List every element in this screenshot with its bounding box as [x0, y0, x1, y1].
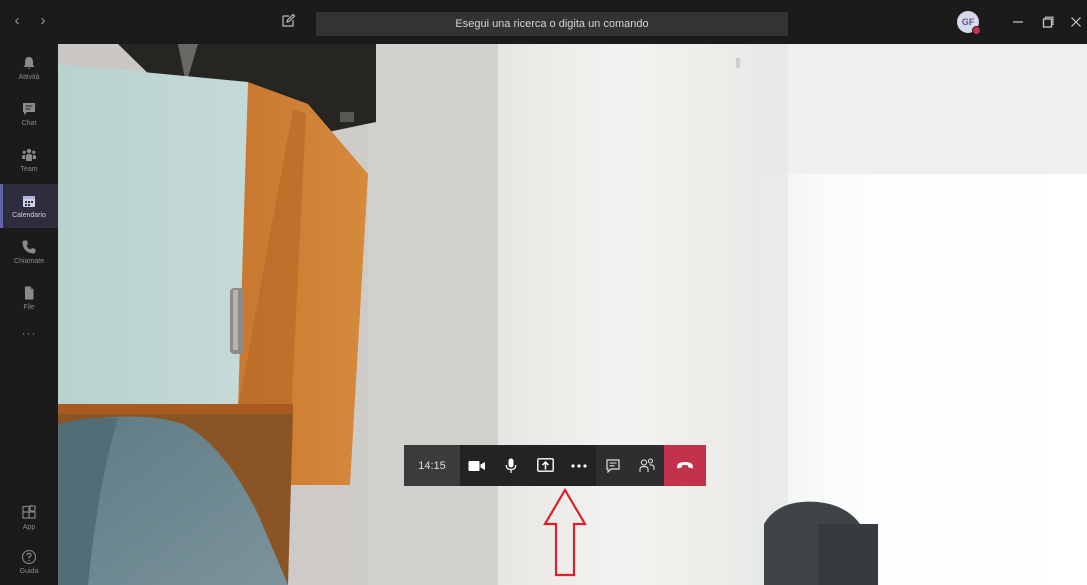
rail-item-activity[interactable]: Attività	[0, 46, 58, 90]
minimize-icon	[1013, 21, 1023, 23]
phone-icon	[22, 240, 36, 254]
show-conversation-button[interactable]	[596, 445, 630, 486]
rail-item-calls[interactable]: Chiamate	[0, 230, 58, 274]
title-bar: ‹ › Esegui una ricerca o digita un coman…	[0, 0, 1087, 44]
forward-arrow-icon[interactable]: ›	[38, 12, 48, 29]
history-nav: ‹ ›	[12, 12, 48, 29]
search-placeholder: Esegui una ricerca o digita un comando	[455, 18, 649, 30]
rail-label-calls: Chiamate	[14, 258, 44, 265]
search-command-bar[interactable]: Esegui una ricerca o digita un comando	[316, 12, 788, 36]
teams-window: ‹ › Esegui una ricerca o digita un coman…	[0, 0, 1087, 585]
show-participants-button[interactable]	[630, 445, 664, 486]
microphone-toggle-button[interactable]	[494, 445, 528, 486]
annotation-arrow-icon	[543, 487, 587, 577]
share-screen-button[interactable]	[528, 445, 562, 486]
help-icon	[21, 549, 37, 565]
avatar-initials: GF	[961, 17, 975, 27]
minimize-button[interactable]	[1008, 12, 1028, 32]
restore-icon	[1042, 16, 1054, 28]
video-camera-icon	[468, 460, 485, 471]
call-duration: 14:15	[404, 445, 460, 486]
rail-label-chat: Chat	[21, 120, 37, 127]
call-main-controls	[460, 445, 596, 486]
file-icon	[25, 286, 34, 300]
rail-item-apps[interactable]: App	[0, 496, 58, 540]
avatar[interactable]: GF	[957, 11, 981, 35]
more-apps-button[interactable]: ···	[0, 326, 58, 340]
app-rail: Attività Chat Team Calendario Chiamate F…	[0, 44, 58, 585]
chat-icon	[23, 103, 35, 115]
new-chat-icon[interactable]	[280, 13, 296, 29]
rail-label-calendar: Calendario	[12, 212, 46, 219]
rail-label-files: File	[23, 304, 35, 311]
rail-label-apps: App	[22, 524, 36, 531]
team-icon	[22, 148, 36, 161]
presence-busy-icon	[972, 26, 981, 35]
close-icon	[1071, 17, 1081, 27]
rail-label-activity: Attività	[18, 74, 40, 81]
call-controls-bar: 14:15	[404, 445, 752, 486]
hang-up-icon	[677, 462, 693, 469]
participants-icon	[639, 458, 655, 472]
rail-item-files[interactable]: File	[0, 276, 58, 320]
call-side-controls	[596, 445, 664, 486]
conversation-icon	[606, 458, 620, 473]
share-screen-icon	[536, 458, 554, 472]
rail-label-help: Guida	[19, 568, 39, 575]
hang-up-button[interactable]	[664, 445, 706, 486]
camera-toggle-button[interactable]	[460, 445, 494, 486]
rail-item-chat[interactable]: Chat	[0, 92, 58, 136]
close-button[interactable]	[1066, 12, 1086, 32]
rail-label-team: Team	[20, 166, 38, 173]
more-dots-icon	[571, 463, 587, 468]
bell-icon	[23, 57, 35, 69]
rail-item-team[interactable]: Team	[0, 138, 58, 182]
back-arrow-icon[interactable]: ‹	[12, 12, 22, 29]
apps-icon	[22, 505, 37, 519]
rail-item-help[interactable]: Guida	[0, 540, 58, 584]
microphone-icon	[505, 458, 517, 473]
more-actions-button[interactable]	[562, 445, 596, 486]
rail-item-calendar[interactable]: Calendario	[0, 184, 58, 228]
restore-button[interactable]	[1038, 12, 1058, 32]
calendar-icon	[23, 196, 35, 207]
